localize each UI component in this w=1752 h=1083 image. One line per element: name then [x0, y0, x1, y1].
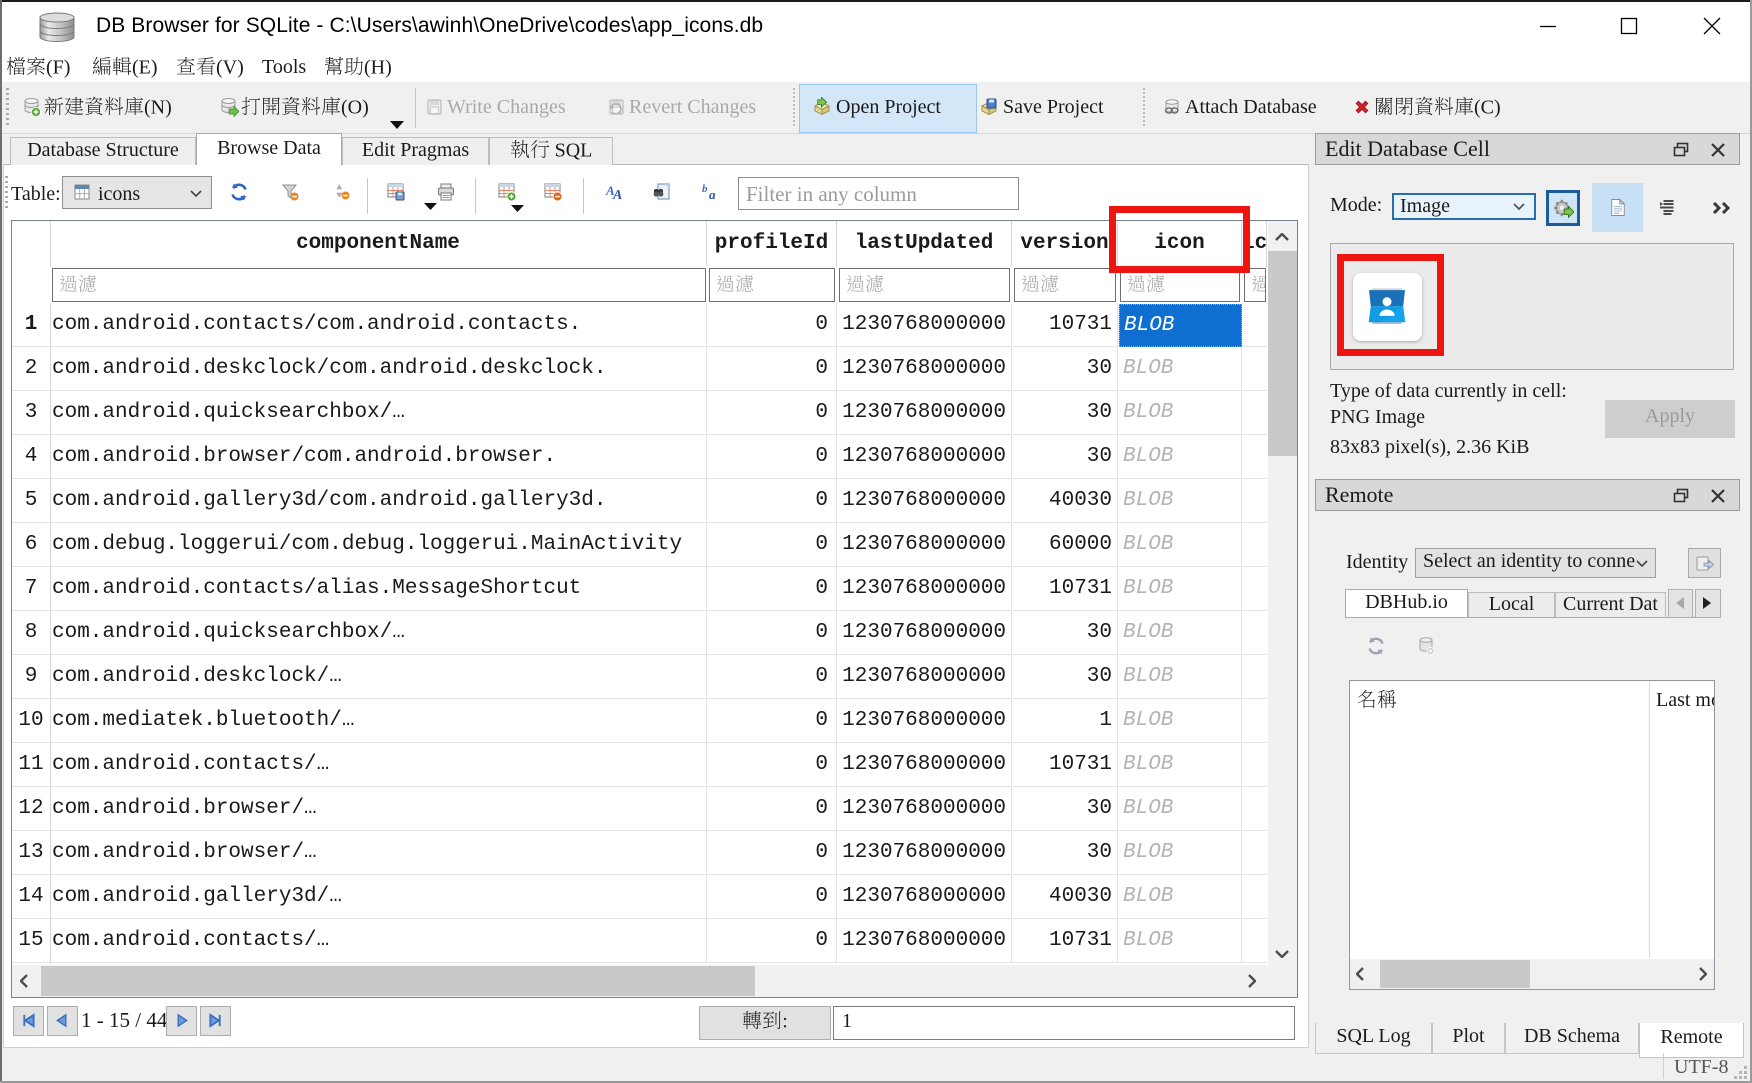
svg-text:b: b: [702, 183, 708, 195]
svg-text:a: a: [709, 187, 716, 202]
svg-text:A: A: [612, 188, 622, 202]
